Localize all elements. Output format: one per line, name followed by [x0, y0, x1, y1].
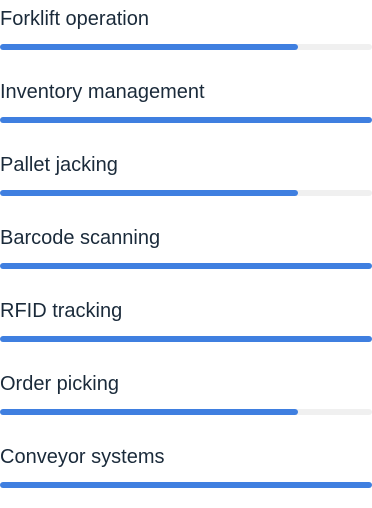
skill-progress-fill	[0, 482, 372, 488]
skill-progress-fill	[0, 336, 372, 342]
skill-list: Forklift operation Inventory management …	[0, 0, 372, 488]
skill-label: Forklift operation	[0, 8, 149, 30]
skill-progress-fill	[0, 190, 298, 196]
skill-progress-track	[0, 336, 372, 342]
skill-label: Order picking	[0, 373, 119, 395]
skill-row-pallet-jacking: Pallet jacking	[0, 146, 372, 216]
skill-progress-fill	[0, 263, 372, 269]
skill-row-barcode-scanning: Barcode scanning	[0, 219, 372, 289]
skill-row-forklift-operation: Forklift operation	[0, 0, 372, 70]
skill-label: Barcode scanning	[0, 227, 161, 249]
skill-progress-track	[0, 482, 372, 488]
skill-label: Conveyor systems	[0, 446, 165, 468]
skill-progress-track	[0, 409, 372, 415]
skill-label: RFID tracking	[0, 300, 123, 322]
skill-row-inventory-management: Inventory management	[0, 73, 372, 143]
skill-progress-fill	[0, 117, 372, 123]
skill-label: Pallet jacking	[0, 154, 118, 176]
skill-row-order-picking: Order picking	[0, 365, 372, 435]
skill-progress-track	[0, 117, 372, 123]
skill-row-rfid-tracking: RFID tracking	[0, 292, 372, 362]
skill-row-conveyor-systems: Conveyor systems	[0, 438, 372, 508]
skill-progress-fill	[0, 44, 298, 50]
skill-label: Inventory management	[0, 81, 205, 103]
skill-progress-track	[0, 44, 372, 50]
skill-progress-track	[0, 190, 372, 196]
skill-progress-fill	[0, 409, 298, 415]
skill-progress-track	[0, 263, 372, 269]
